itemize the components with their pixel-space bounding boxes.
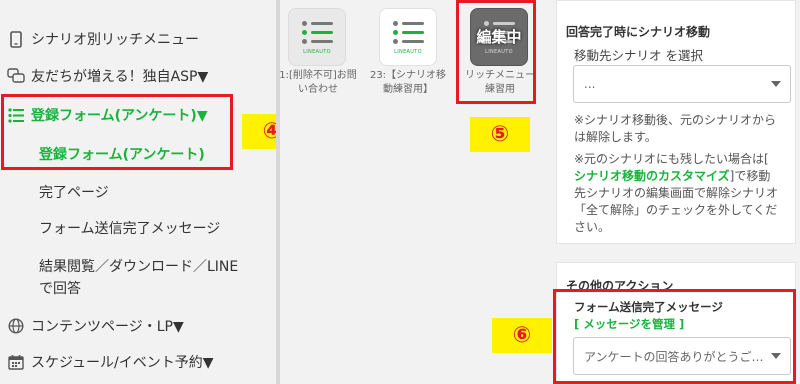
- sidebar-item-form-message[interactable]: フォーム送信完了メッセージ: [39, 218, 220, 238]
- sidebar-item-content-page[interactable]: コンテンツページ・LP▼: [0, 316, 184, 336]
- thumb-brand-tag: LINEAUTO: [303, 49, 331, 55]
- scenario-move-card: 回答完了時にシナリオ移動 移動先シナリオ を選択 ... ※シナリオ移動後、元の…: [556, 0, 796, 244]
- highlight-box-4: [1, 94, 233, 170]
- calendar-icon: [7, 353, 25, 371]
- sidebar-item-label: シナリオ別リッチメニュー: [31, 32, 199, 48]
- card-title: 回答完了時にシナリオ移動: [566, 25, 711, 39]
- scenario-caption-line: 23:【シナリオ移: [369, 70, 447, 81]
- note-line: 先シナリオの編集画面で解除シナリオ: [574, 186, 779, 200]
- sidebar-item-schedule[interactable]: スケジュール/イベント予約▼: [0, 352, 214, 372]
- thumb-line: [301, 21, 333, 26]
- sidebar-item-label: コンテンツページ・LP▼: [31, 319, 184, 335]
- sidebar-item-label: で回答: [39, 281, 81, 297]
- sidebar-item-complete-page[interactable]: 完了ページ: [39, 182, 109, 202]
- thumb-line: [301, 39, 333, 44]
- thumb-line: [392, 39, 424, 44]
- scenario-caption: 23:【シナリオ移 動練習用】: [367, 69, 449, 97]
- chat-bubbles-icon: [7, 67, 25, 85]
- note-line: シナリオ移動のカスタマイズ]で移動: [574, 168, 796, 185]
- chevron-down-icon: [771, 81, 781, 87]
- select-value: ...: [584, 77, 596, 91]
- sidebar-item-friends-asp[interactable]: 友だちが増える！独自ASP▼: [0, 66, 208, 86]
- note-text: ]で移動: [729, 169, 771, 183]
- sidebar-item-label: 結果閲覧／ダウンロード／LINE: [39, 259, 239, 275]
- thumb-line: [392, 30, 424, 35]
- field-label: 移動先シナリオ を選択: [574, 48, 703, 63]
- note-line: ※元のシナリオにも残したい場合は[: [574, 152, 769, 166]
- thumb-line: [301, 30, 333, 35]
- sidebar-item-rich-menu[interactable]: シナリオ別リッチメニュー: [0, 29, 199, 49]
- callout-badge-6: ⑥: [492, 318, 552, 353]
- note-line: さい。: [574, 220, 611, 234]
- scenario-move-customize-note: ※元のシナリオにも残したい場合は[ シナリオ移動のカスタマイズ]で移動 先シナリ…: [574, 151, 796, 236]
- scenario-caption-line: 動練習用】: [383, 84, 433, 95]
- scenario-caption-line: い合わせ: [298, 84, 338, 95]
- highlight-box-5: [456, 0, 536, 104]
- scenario-caption: 1:[削除不可]お問 い合わせ: [278, 69, 358, 97]
- scenario-caption-line: 1:[削除不可]お問: [279, 70, 357, 81]
- note-line: 「全て解除」のチェックを外してくだ: [574, 203, 778, 217]
- note-line: ※シナリオ移動後、元のシナリオから: [574, 113, 777, 127]
- highlight-box-6: [553, 289, 796, 384]
- smartphone-icon: [7, 30, 25, 48]
- thumb-brand-tag: LINEAUTO: [394, 49, 422, 55]
- globe-icon: [7, 317, 25, 335]
- sidebar-item-results[interactable]: 結果閲覧／ダウンロード／LINE で回答: [39, 256, 238, 300]
- scenario-move-note: ※シナリオ移動後、元のシナリオから は解除します。: [574, 112, 796, 146]
- sidebar-item-label: スケジュール/イベント予約▼: [31, 355, 214, 371]
- scenario-thumbnail[interactable]: LINEAUTO: [288, 8, 346, 66]
- callout-badge-5: ⑤: [470, 117, 530, 152]
- thumb-line: [392, 21, 424, 26]
- sidebar: シナリオ別リッチメニュー 友だちが増える！独自ASP▼ 登録フォーム(アンケート…: [0, 0, 302, 384]
- scenario-select[interactable]: ...: [573, 65, 791, 103]
- scenario-thumbnail[interactable]: LINEAUTO: [379, 8, 437, 66]
- note-line: は解除します。: [574, 130, 657, 144]
- customize-link[interactable]: シナリオ移動のカスタマイズ: [574, 169, 730, 183]
- sidebar-item-label: 友だちが増える！独自ASP▼: [31, 69, 209, 85]
